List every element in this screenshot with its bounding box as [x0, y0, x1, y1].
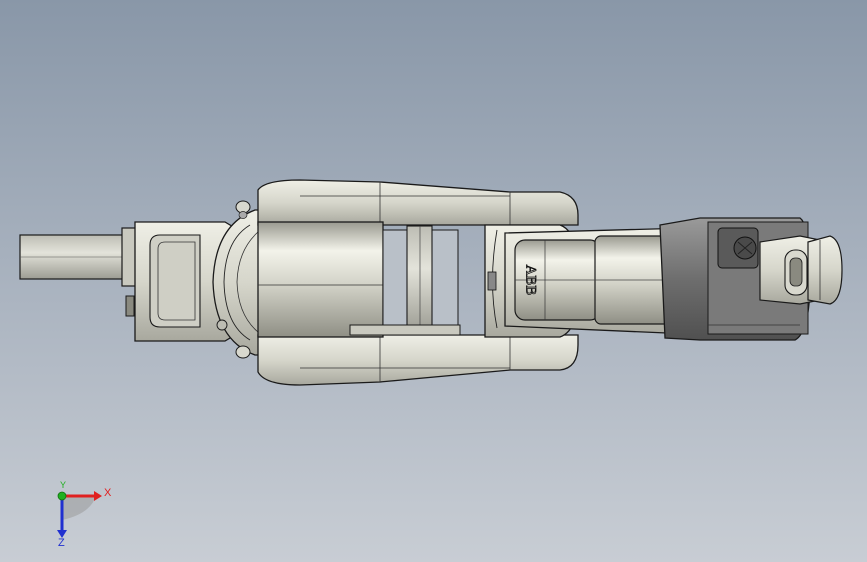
- y-axis-dot-icon: [57, 491, 67, 501]
- 3d-viewport[interactable]: ABB X Y Z: [0, 0, 867, 562]
- z-axis-label: Z: [58, 537, 65, 549]
- x-axis-arrow-icon: [94, 491, 102, 501]
- base-shaft[interactable]: [19, 227, 141, 317]
- coordinate-triad: X Y Z: [40, 480, 130, 550]
- abb-logo: ABB: [523, 265, 539, 296]
- y-axis-label: Y: [60, 480, 67, 490]
- triad-axes: [57, 491, 102, 538]
- triad-plane-shading: [62, 496, 96, 520]
- x-axis-label: X: [104, 487, 112, 499]
- robot-arm-model[interactable]: ABB: [0, 0, 867, 562]
- tool-flange[interactable]: [759, 235, 843, 305]
